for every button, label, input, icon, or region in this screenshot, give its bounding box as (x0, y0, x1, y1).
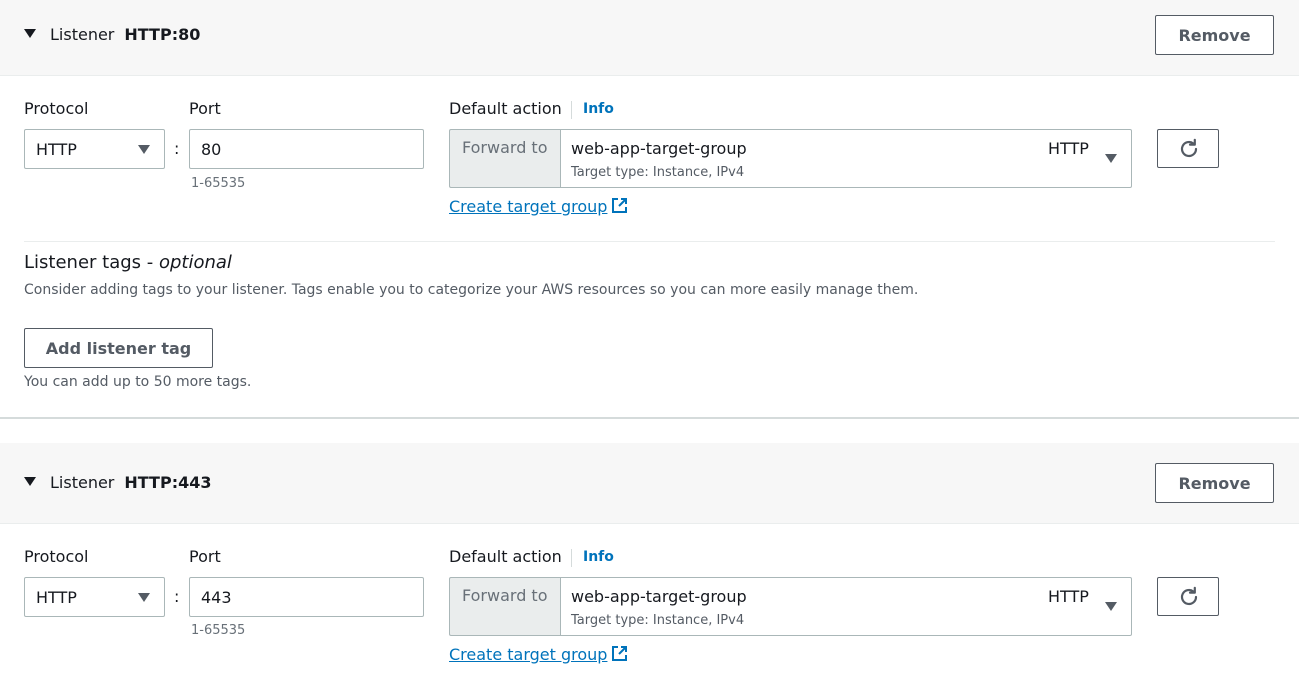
dropdown-arrow-icon (1105, 602, 1117, 611)
refresh-icon (1180, 586, 1198, 606)
port-colon: : (174, 587, 180, 606)
port-input[interactable] (189, 129, 424, 169)
port-input[interactable] (189, 577, 424, 617)
remove-button[interactable]: Remove (1155, 463, 1274, 503)
protocol-select-value: HTTP (36, 140, 77, 159)
create-target-group-link[interactable]: Create target group (449, 645, 628, 664)
listener-section-border (0, 417, 1299, 419)
refresh-button[interactable] (1157, 577, 1219, 616)
info-link[interactable]: Info (583, 101, 614, 117)
listener-tags-title: Listener tags - optional (24, 252, 232, 273)
listener-title[interactable]: Listener HTTP:443 (50, 473, 211, 492)
port-hint: 1-65535 (191, 176, 246, 191)
caret-down-icon[interactable] (24, 29, 36, 38)
default-action-label: Default action (449, 547, 562, 566)
forward-to-label: Forward to (462, 586, 548, 605)
listener-http-80: Listener HTTP:80 Remove Protocol Port Def… (0, 0, 1299, 420)
target-group-select[interactable]: web-app-target-group Target type: Instan… (560, 577, 1132, 636)
listener-header: Listener HTTP:80 Remove (0, 0, 1299, 76)
listener-title-value: HTTP:443 (124, 473, 212, 492)
port-colon: : (174, 139, 180, 158)
remove-button[interactable]: Remove (1155, 15, 1274, 55)
target-group-type: Target type: Instance, IPv4 (571, 613, 745, 628)
create-target-group-label: Create target group (449, 645, 608, 664)
forward-to-box: Forward to (449, 129, 561, 188)
port-hint: 1-65535 (191, 623, 246, 638)
target-group-type: Target type: Instance, IPv4 (571, 165, 745, 180)
info-separator (571, 101, 572, 119)
port-label: Port (189, 547, 221, 566)
listener-title-value: HTTP:80 (124, 25, 201, 44)
listener-title[interactable]: Listener HTTP:80 (50, 25, 200, 44)
section-divider (24, 241, 1275, 242)
listener-title-prefix: Listener (50, 473, 115, 492)
listener-http-443: Listener HTTP:443 Remove Protocol Port De… (0, 443, 1299, 686)
port-label: Port (189, 99, 221, 118)
info-separator (571, 549, 572, 567)
target-group-name: web-app-target-group (571, 139, 747, 158)
protocol-label: Protocol (24, 99, 89, 118)
protocol-label: Protocol (24, 547, 89, 566)
default-action-label: Default action (449, 99, 562, 118)
refresh-icon (1180, 138, 1198, 158)
add-listener-tag-button[interactable]: Add listener tag (24, 328, 213, 368)
protocol-select[interactable]: HTTP (24, 129, 165, 169)
forward-to-label: Forward to (462, 138, 548, 157)
target-group-protocol: HTTP (1048, 139, 1089, 158)
forward-to-box: Forward to (449, 577, 561, 636)
info-link[interactable]: Info (583, 549, 614, 565)
target-group-select[interactable]: web-app-target-group Target type: Instan… (560, 129, 1132, 188)
listener-tags-title-text: Listener tags - (24, 252, 159, 273)
protocol-select[interactable]: HTTP (24, 577, 165, 617)
target-group-protocol: HTTP (1048, 587, 1089, 606)
listener-tags-description: Consider adding tags to your listener. T… (24, 282, 919, 298)
target-group-name: web-app-target-group (571, 587, 747, 606)
listener-tags-hint: You can add up to 50 more tags. (24, 374, 252, 390)
caret-down-icon[interactable] (24, 477, 36, 486)
create-target-group-label: Create target group (449, 197, 608, 216)
external-link-icon (612, 198, 628, 213)
protocol-select-value: HTTP (36, 588, 77, 607)
listener-header: Listener HTTP:443 Remove (0, 443, 1299, 524)
refresh-button[interactable] (1157, 129, 1219, 168)
listener-tags-optional: optional (158, 252, 232, 273)
external-link-icon (612, 646, 628, 661)
dropdown-arrow-icon (1105, 154, 1117, 163)
dropdown-arrow-icon (138, 145, 150, 154)
create-target-group-link[interactable]: Create target group (449, 197, 628, 216)
dropdown-arrow-icon (138, 593, 150, 602)
listener-title-prefix: Listener (50, 25, 115, 44)
